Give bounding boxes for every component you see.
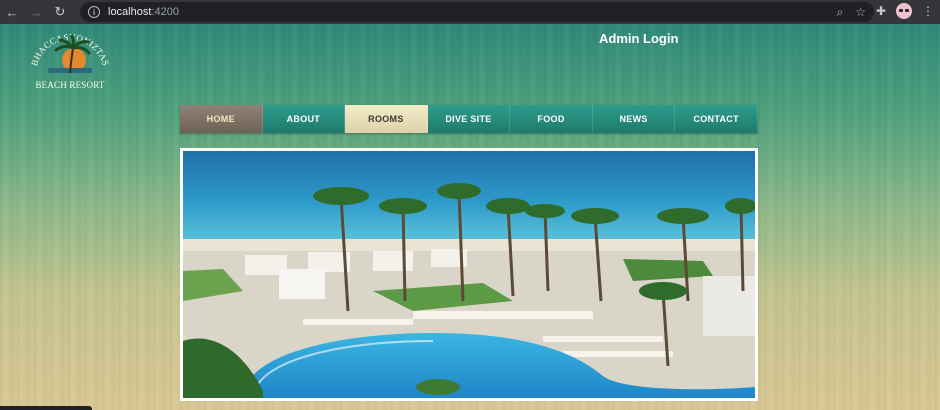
resort-page: BHACCASYONIZTAS BEACH RESORT Admin Login… [0,24,940,410]
status-bar [0,406,92,410]
nav-home[interactable]: HOME [180,105,263,133]
extensions-icon[interactable]: ✚ [876,4,886,18]
hero-resort-image [183,151,755,398]
menu-icon[interactable]: ⋮ [922,4,934,18]
palm-sunset-icon: BHACCASYONIZTAS [29,32,111,74]
nav-news[interactable]: NEWS [592,105,676,133]
info-icon[interactable]: i [88,6,100,18]
profile-avatar-icon[interactable] [896,3,912,19]
back-arrow-icon[interactable]: ← [0,0,24,24]
nav-about[interactable]: ABOUT [262,105,346,133]
nav-food[interactable]: FOOD [510,105,593,133]
star-icon[interactable]: ☆ [855,5,866,20]
reload-icon[interactable]: ↻ [48,0,72,24]
nav-rooms[interactable]: ROOMS [345,105,428,133]
url-text: localhost:4200 [108,6,179,18]
main-nav: HOME ABOUT ROOMS DIVE SITE FOOD NEWS CON… [180,105,758,133]
hero-image-frame [180,148,758,401]
logo-subtitle: BEACH RESORT [35,80,105,90]
browser-toolbar: ← → ↻ i localhost:4200 ⌕ ☆ ✚ ⋮ [0,0,940,24]
resort-logo[interactable]: BHACCASYONIZTAS BEACH RESORT [26,26,114,92]
admin-login-link[interactable]: Admin Login [599,31,678,46]
forward-arrow-icon[interactable]: → [24,0,48,24]
nav-dive-site[interactable]: DIVE SITE [427,105,511,133]
address-bar[interactable]: i localhost:4200 ⌕ ☆ [80,2,874,22]
nav-contact[interactable]: CONTACT [675,105,758,133]
zoom-icon[interactable]: ⌕ [837,5,844,20]
